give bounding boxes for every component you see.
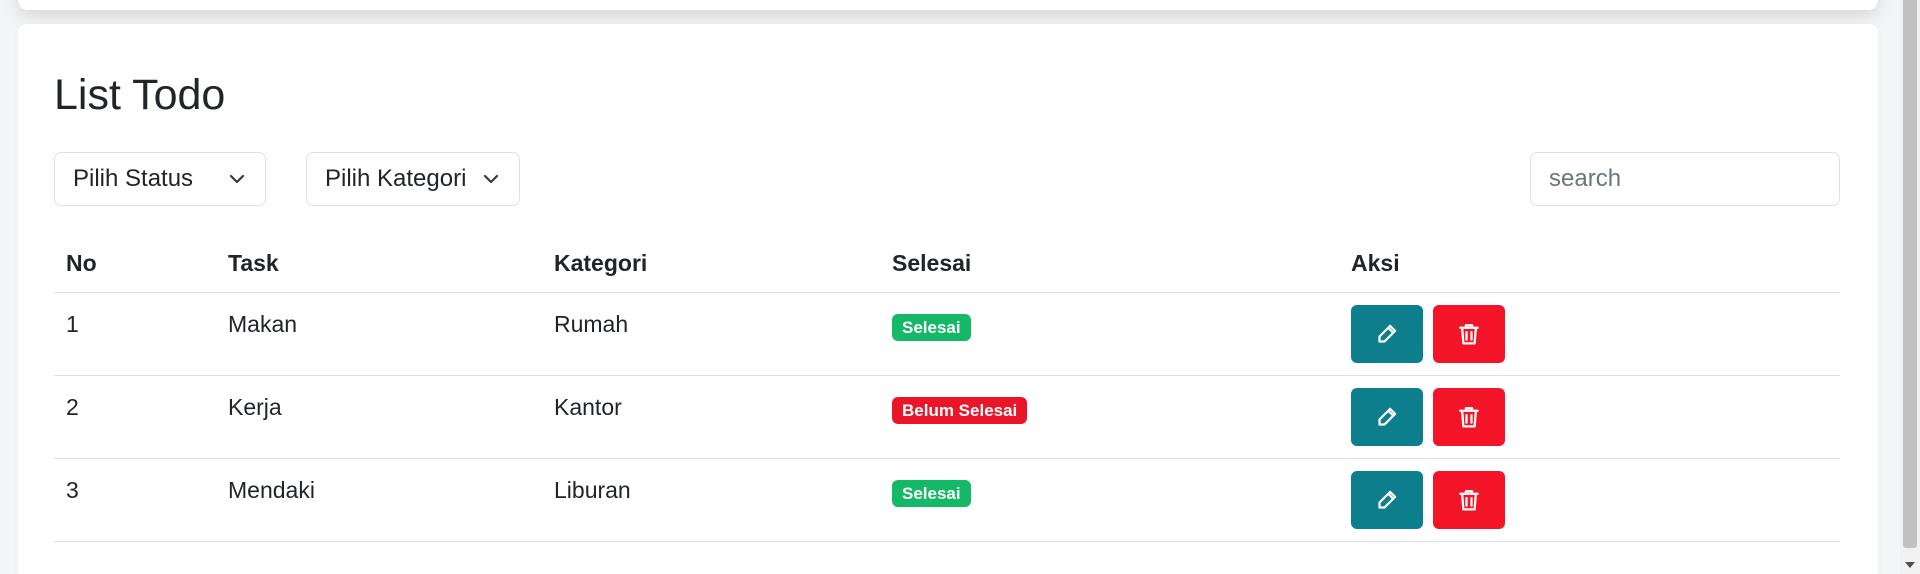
header-card <box>18 0 1878 10</box>
kategori-filter-label: Pilih Kategori <box>325 165 467 192</box>
todo-table: No Task Kategori Selesai Aksi 1 Makan Ru… <box>54 234 1840 542</box>
row-no: 3 <box>54 458 216 542</box>
scrollbar-thumb[interactable] <box>1903 0 1917 548</box>
row-no: 2 <box>54 375 216 459</box>
status-badge: Selesai <box>892 314 971 341</box>
search-input[interactable] <box>1530 152 1840 206</box>
table-header-row: No Task Kategori Selesai Aksi <box>54 234 1840 293</box>
table-row: 1 Makan Rumah Selesai <box>54 292 1840 376</box>
todo-card: List Todo Pilih Status Pilih Kategori No… <box>18 24 1878 574</box>
row-actions <box>1339 375 1840 459</box>
row-task: Mendaki <box>216 458 542 542</box>
pencil-square-icon <box>1378 407 1397 426</box>
header-kategori: Kategori <box>542 234 880 293</box>
status-filter-select[interactable]: Pilih Status <box>54 152 266 206</box>
row-kategori: Rumah <box>542 292 880 376</box>
row-actions <box>1339 292 1840 376</box>
header-selesai: Selesai <box>880 234 1339 293</box>
trash-icon <box>1459 324 1479 345</box>
row-status-cell: Selesai <box>880 458 1339 542</box>
row-status-cell: Belum Selesai <box>880 375 1339 459</box>
chevron-down-icon <box>483 174 499 184</box>
table-row: 2 Kerja Kantor Belum Selesai <box>54 375 1840 459</box>
vertical-scrollbar[interactable] <box>1900 0 1920 574</box>
delete-button[interactable] <box>1433 305 1505 363</box>
header-no: No <box>54 234 216 293</box>
row-actions <box>1339 458 1840 542</box>
row-kategori: Liburan <box>542 458 880 542</box>
edit-button[interactable] <box>1351 471 1423 529</box>
row-kategori: Kantor <box>542 375 880 459</box>
header-aksi: Aksi <box>1339 234 1840 293</box>
header-task: Task <box>216 234 542 293</box>
edit-button[interactable] <box>1351 305 1423 363</box>
pencil-square-icon <box>1378 324 1397 343</box>
kategori-filter-select[interactable]: Pilih Kategori <box>306 152 520 206</box>
edit-button[interactable] <box>1351 388 1423 446</box>
delete-button[interactable] <box>1433 471 1505 529</box>
pencil-square-icon <box>1378 490 1397 509</box>
scroll-down-arrow-icon[interactable] <box>1905 562 1915 568</box>
status-badge: Selesai <box>892 480 971 507</box>
delete-button[interactable] <box>1433 388 1505 446</box>
app-viewport: List Todo Pilih Status Pilih Kategori No… <box>0 0 1920 574</box>
table-row: 3 Mendaki Liburan Selesai <box>54 458 1840 542</box>
trash-icon <box>1459 407 1479 428</box>
trash-icon <box>1459 490 1479 511</box>
chevron-down-icon <box>229 174 245 184</box>
status-filter-label: Pilih Status <box>73 165 194 192</box>
status-badge: Belum Selesai <box>892 397 1028 424</box>
row-no: 1 <box>54 292 216 376</box>
row-status-cell: Selesai <box>880 292 1339 376</box>
page-title: List Todo <box>54 71 226 119</box>
row-task: Kerja <box>216 375 542 459</box>
row-task: Makan <box>216 292 542 376</box>
